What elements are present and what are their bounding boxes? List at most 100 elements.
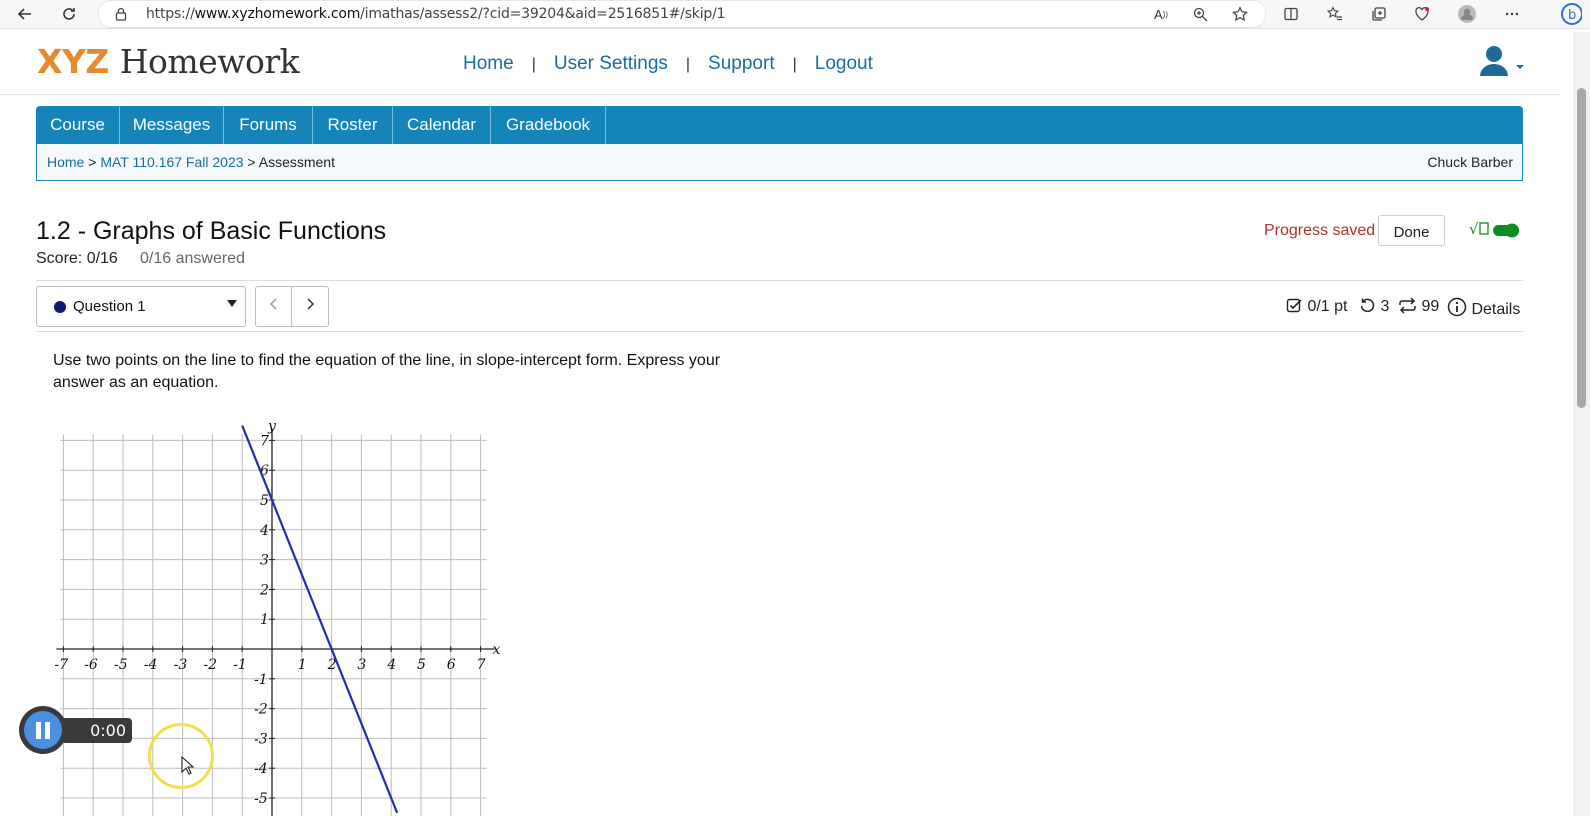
x-tick-label: 5 (417, 657, 426, 673)
user-icon[interactable] (1480, 44, 1528, 80)
x-tick-label: -7 (54, 657, 68, 673)
header-divider (0, 94, 1560, 95)
site-logo[interactable]: XYZ Homework (37, 42, 300, 81)
y-axis-label: y (267, 418, 277, 434)
graph-grid (60, 434, 487, 816)
tab-gradebook[interactable]: Gradebook (491, 106, 606, 144)
copilot-icon[interactable]: b (1560, 3, 1582, 25)
divider (36, 331, 1523, 332)
mouse-cursor-icon (181, 756, 195, 775)
retries-indicator: 3 (1359, 297, 1389, 316)
tab-messages[interactable]: Messages (120, 106, 224, 144)
nav-logout-link[interactable]: Logout (815, 53, 873, 75)
info-icon (1447, 297, 1467, 317)
back-arrow-icon[interactable] (14, 3, 36, 25)
x-tick-label: -6 (84, 657, 98, 673)
divider (36, 280, 1523, 281)
svg-text:b: b (1568, 8, 1576, 23)
x-tick-label: -4 (144, 657, 158, 673)
prev-question-button[interactable] (255, 286, 293, 327)
pause-recording-button[interactable] (19, 706, 67, 754)
attempts-count: 99 (1421, 298, 1440, 315)
lock-icon[interactable] (110, 3, 132, 25)
sqrt-toggle-icon: √ (1469, 220, 1519, 238)
breadcrumb: Home > MAT 110.167 Fall 2023 > Assessmen… (36, 144, 1523, 181)
user-name: Chuck Barber (1427, 154, 1513, 170)
question-select-label: Question 1 (73, 298, 146, 315)
scrollbar-thumb[interactable] (1577, 88, 1586, 408)
dropdown-caret-icon (227, 300, 237, 307)
recording-timer: 0:00 (61, 718, 132, 743)
nav-separator: | (685, 56, 691, 73)
chevron-right-icon (307, 298, 315, 310)
page-scrollbar[interactable] (1573, 32, 1590, 816)
page-title: 1.2 - Graphs of Basic Functions (36, 217, 387, 245)
details-label: Details (1471, 301, 1521, 318)
y-tick-label: -1 (254, 672, 268, 688)
y-tick-label: 7 (260, 433, 269, 449)
retry-icon (1360, 298, 1375, 313)
breadcrumb-course[interactable]: MAT 110.167 Fall 2023 (100, 154, 243, 170)
y-tick-label: 5 (260, 493, 269, 509)
browser-essentials-icon[interactable] (1411, 3, 1433, 25)
profile-avatar-icon[interactable] (1456, 3, 1478, 25)
question-status-dot (54, 301, 66, 313)
user-menu[interactable] (1480, 44, 1528, 85)
details-button[interactable]: Details (1447, 297, 1520, 319)
favorite-star-icon[interactable] (1229, 3, 1251, 25)
tab-roster[interactable]: Roster (313, 106, 393, 144)
tab-forums[interactable]: Forums (224, 106, 313, 144)
question-text: Use two points on the line to find the e… (53, 352, 721, 391)
more-menu-icon[interactable] (1501, 3, 1523, 25)
collections-icon[interactable] (1368, 3, 1390, 25)
tab-course[interactable]: Course (36, 106, 120, 144)
x-tick-label: -5 (114, 657, 128, 673)
score-text: Score: 0/16 (36, 250, 118, 267)
y-tick-label: -3 (254, 731, 268, 747)
question-select[interactable]: Question 1 (36, 286, 246, 327)
checkbox-icon (1286, 298, 1302, 313)
y-tick-label: 1 (260, 612, 269, 628)
y-tick-label: 3 (260, 553, 269, 569)
done-button[interactable]: Done (1378, 215, 1445, 246)
breadcrumb-home[interactable]: Home (47, 154, 84, 170)
next-question-button[interactable] (291, 286, 329, 327)
x-axis-label: x (493, 642, 501, 658)
answered-count: 0/16 answered (140, 250, 245, 267)
tab-calendar[interactable]: Calendar (393, 106, 491, 144)
y-tick-label: 4 (259, 523, 269, 539)
attempts-indicator: 99 (1398, 297, 1439, 316)
retries-count: 3 (1380, 298, 1390, 315)
math-entry-toggle[interactable]: √ (1469, 219, 1521, 241)
browser-toolbar: https://www.xyzhomework.com/imathas/asse… (0, 0, 1590, 29)
breadcrumb-sep: > (88, 154, 97, 170)
x-tick-label: 7 (477, 657, 486, 673)
x-tick-label: 1 (298, 657, 307, 673)
graph-axes (56, 428, 495, 816)
favorites-list-icon[interactable] (1324, 3, 1346, 25)
split-screen-icon[interactable] (1280, 3, 1302, 25)
points-indicator: 0/1 pt (1286, 297, 1347, 316)
pause-icon (24, 711, 62, 749)
x-tick-label: -1 (233, 657, 247, 673)
nav-separator: | (792, 56, 797, 73)
nav-support-link[interactable]: Support (708, 53, 775, 75)
nav-separator: | (531, 56, 536, 73)
coordinate-graph: -7 -6 -5 -4 -3 -2 -1 1 2 3 4 5 6 77654321-1-2-3-4-5 x… (54, 418, 501, 816)
x-tick-label: -2 (203, 657, 217, 673)
x-tick-label: 4 (386, 657, 396, 673)
chevron-left-icon (269, 298, 277, 310)
nav-user-settings-link[interactable]: User Settings (554, 53, 668, 75)
course-tabbar: Course Messages Forums Roster Calendar G… (36, 106, 1523, 144)
nav-home-link[interactable]: Home (463, 53, 514, 75)
repeat-icon (1399, 297, 1416, 314)
svg-text:√: √ (1469, 220, 1479, 238)
x-tick-label: 6 (447, 657, 456, 673)
read-aloud-icon[interactable]: A)) (1150, 3, 1172, 25)
x-tick-label: -3 (174, 657, 188, 673)
progress-status: Progress saved (1264, 222, 1376, 239)
zoom-icon[interactable] (1189, 3, 1211, 25)
breadcrumb-sep: > (247, 154, 256, 170)
reload-icon[interactable] (58, 3, 80, 25)
url-text[interactable]: https://www.xyzhomework.com/imathas/asse… (146, 6, 726, 22)
